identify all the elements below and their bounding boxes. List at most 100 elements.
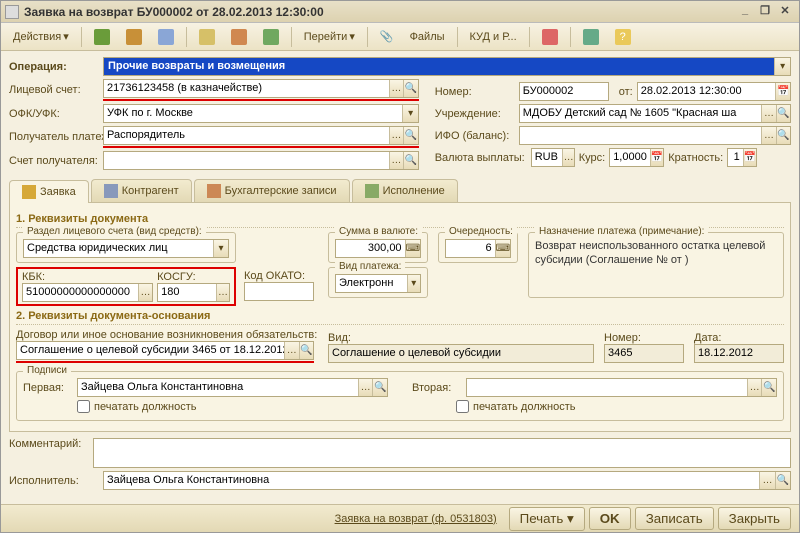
help-icon[interactable]: ? (609, 27, 637, 47)
mult-field[interactable]: 1📅 (727, 148, 757, 167)
doc-num-field: 3465 (604, 344, 684, 363)
ellipsis-icon[interactable]: … (759, 472, 774, 489)
toolbar-icon-2[interactable] (120, 27, 148, 47)
ellipsis-icon[interactable]: … (358, 379, 373, 396)
ellipsis-icon[interactable]: … (761, 127, 775, 144)
toolbar: Действия ▾ Перейти ▾ 📎 Файлы КУД и Р... … (1, 23, 799, 51)
kbk-label: КБК: (22, 271, 153, 283)
ellipsis-icon[interactable]: … (284, 342, 299, 359)
number-field[interactable]: БУ000002 (519, 82, 609, 101)
ok-button[interactable]: OK (589, 507, 631, 530)
tab-accounting[interactable]: Бухгалтерские записи (194, 179, 350, 202)
highlight-line (16, 361, 314, 363)
priority-field[interactable]: 6⌨ (445, 239, 511, 258)
operation-label: Операция: (9, 61, 99, 73)
paytype-field[interactable]: Электронн▾ (335, 274, 421, 293)
ellipsis-icon[interactable]: … (138, 284, 152, 301)
actions-menu[interactable]: Действия ▾ (7, 28, 75, 45)
date-field[interactable]: 28.02.2013 12:30:00 📅 (637, 82, 791, 101)
contract-field[interactable]: Соглашение о целевой субсидии 3465 от 18… (16, 341, 314, 360)
sum-field[interactable]: 300,00⌨ (335, 239, 421, 258)
doc-num-label: Номер: (604, 332, 684, 344)
ofk-field[interactable]: УФК по г. Москве ▾ (103, 104, 419, 123)
save-button[interactable]: Записать (635, 507, 714, 530)
ifo-field[interactable]: … 🔍 (519, 126, 791, 145)
form-link[interactable]: Заявка на возврат (ф. 0531803) (335, 513, 497, 525)
lookup-icon[interactable]: 🔍 (372, 379, 387, 396)
ellipsis-icon[interactable]: … (216, 284, 229, 301)
ellipsis-icon[interactable]: … (389, 152, 404, 169)
dropdown-icon[interactable]: ▾ (402, 105, 417, 122)
dropdown-icon[interactable]: ▾ (407, 275, 420, 292)
print-button[interactable]: Печать ▾ (509, 507, 585, 531)
lookup-icon[interactable]: 🔍 (776, 127, 790, 144)
executor-field[interactable]: Зайцева Ольга Константиновна…🔍 (103, 471, 791, 490)
calc-icon[interactable]: ⌨ (495, 240, 510, 257)
goto-menu[interactable]: Перейти ▾ (298, 28, 361, 45)
lookup-icon[interactable]: 🔍 (403, 152, 418, 169)
ellipsis-icon[interactable]: … (389, 127, 404, 144)
restore-button[interactable]: ❐ (755, 4, 775, 20)
recipient-field[interactable]: Распорядитель … 🔍 (103, 126, 419, 145)
operation-dropdown-icon[interactable]: ▾ (774, 58, 790, 75)
calendar-icon[interactable]: 📅 (650, 149, 663, 166)
second-sign-field[interactable]: …🔍 (466, 378, 777, 397)
recipient-acc-label: Счет получателя: (9, 155, 99, 167)
kbk-field[interactable]: 51000000000000000… (22, 283, 153, 302)
lookup-icon[interactable]: 🔍 (761, 379, 776, 396)
calc-icon[interactable]: ⌨ (405, 240, 420, 257)
print-pos-checkbox-1[interactable]: печатать должность (77, 400, 196, 413)
tab-execution[interactable]: Исполнение (352, 179, 458, 202)
ellipsis-icon[interactable]: … (747, 379, 762, 396)
toolbar-icon-3[interactable] (152, 27, 180, 47)
section-field[interactable]: Средства юридических лиц▾ (23, 239, 229, 258)
dropdown-icon[interactable]: ▾ (213, 240, 228, 257)
comment-field[interactable] (93, 438, 791, 468)
ellipsis-icon[interactable]: … (761, 105, 775, 122)
first-sign-field[interactable]: Зайцева Ольга Константиновна…🔍 (77, 378, 388, 397)
okato-field[interactable] (244, 282, 314, 301)
toolbar-icon-7[interactable] (536, 27, 564, 47)
close-button[interactable]: ✕ (775, 4, 795, 20)
attachment-icon[interactable]: 📎 (374, 28, 400, 45)
toolbar-icon-1[interactable] (88, 27, 116, 47)
recipient-acc-field[interactable]: … 🔍 (103, 151, 419, 170)
kind-field: Соглашение о целевой субсидии (328, 344, 594, 363)
lookup-icon[interactable]: 🔍 (299, 342, 314, 359)
highlight-line (103, 99, 419, 101)
tab-request[interactable]: Заявка (9, 180, 89, 203)
ellipsis-icon[interactable]: … (562, 149, 573, 166)
second-sign-label: Вторая: (412, 382, 462, 394)
lookup-icon[interactable]: 🔍 (776, 105, 790, 122)
section-field-label: Раздел лицевого счета (вид средств): (23, 226, 206, 237)
org-field[interactable]: МДОБУ Детский сад № 1605 "Красная ша … 🔍 (519, 104, 791, 123)
app-icon (5, 5, 19, 19)
lookup-icon[interactable]: 🔍 (403, 127, 418, 144)
lookup-icon[interactable]: 🔍 (403, 80, 418, 97)
toolbar-icon-6[interactable] (257, 27, 285, 47)
ifo-label: ИФО (баланс): (435, 130, 515, 142)
kud-button[interactable]: КУД и Р... (464, 29, 523, 45)
toolbar-icon-8[interactable] (577, 27, 605, 47)
recipient-label: Получатель платежа: (9, 131, 99, 143)
purpose-value[interactable]: Возврат неиспользованного остатка целево… (535, 239, 777, 268)
print-pos-checkbox-2[interactable]: печатать должность (456, 400, 575, 413)
operation-value: Прочие возвраты и возмещения (104, 58, 774, 75)
rate-field[interactable]: 1,0000📅 (609, 148, 664, 167)
section2-title: 2. Реквизиты документа-основания (16, 310, 784, 325)
files-button[interactable]: Файлы (404, 29, 451, 45)
toolbar-icon-5[interactable] (225, 27, 253, 47)
lookup-icon[interactable]: 🔍 (775, 472, 790, 489)
ellipsis-icon[interactable]: … (389, 80, 404, 97)
kosgu-field[interactable]: 180… (157, 283, 230, 302)
tab-counterparty[interactable]: Контрагент (91, 179, 192, 202)
calendar-icon[interactable]: 📅 (775, 83, 790, 100)
toolbar-icon-4[interactable] (193, 27, 221, 47)
minimize-button[interactable]: _ (735, 4, 755, 20)
close-button[interactable]: Закрыть (718, 507, 791, 530)
calendar-icon[interactable]: 📅 (743, 149, 756, 166)
operation-field[interactable]: Прочие возвраты и возмещения ▾ (103, 57, 791, 76)
account-field[interactable]: 21736123458 (в казначействе) … 🔍 (103, 79, 419, 98)
currency-field[interactable]: RUB… (531, 148, 575, 167)
org-label: Учреждение: (435, 108, 515, 120)
